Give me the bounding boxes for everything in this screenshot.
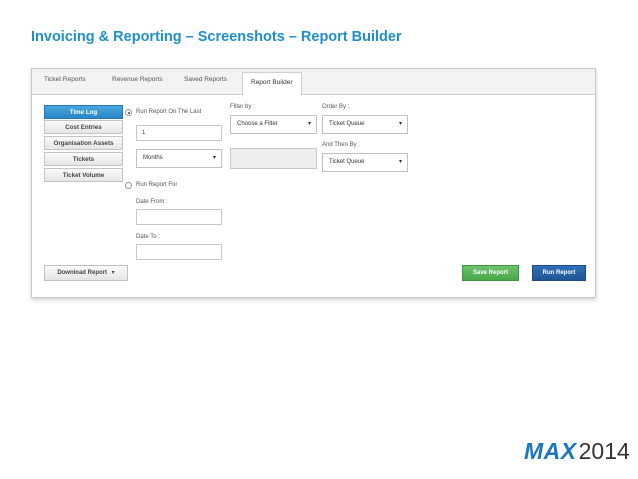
brand-logo: MAX2014 [524,438,630,465]
download-report-button[interactable]: Download Report ▾ [44,265,128,281]
tab-saved-reports[interactable]: Saved Reports [184,76,227,83]
order-by-select[interactable]: Ticket Queue ▾ [322,115,408,134]
then-by-select-value: Ticket Queue [329,159,365,165]
run-last-input[interactable]: 1 [136,125,222,141]
tab-report-builder[interactable]: Report Builder [242,72,302,96]
tab-bar: Ticket Reports Revenue Reports Saved Rep… [32,69,595,96]
brand-year: 2014 [578,438,630,464]
filter-select[interactable]: Choose a Filter ▾ [230,115,317,134]
run-for-radio[interactable] [125,182,132,189]
then-by-select[interactable]: Ticket Queue ▾ [322,153,408,172]
date-from-label: Date From : [136,199,168,205]
save-report-button[interactable]: Save Report [462,265,519,281]
run-last-radio[interactable] [125,109,132,116]
sidebar-item-time-log[interactable]: Time Log [44,105,123,119]
chevron-down-icon: ▾ [307,121,311,127]
run-last-label: Run Report On The Last [136,109,202,115]
chevron-down-icon: ▾ [398,121,402,127]
date-from-input[interactable] [136,209,222,225]
sidebar-item-tickets[interactable]: Tickets [44,152,123,166]
period-select-value: Months [143,155,163,161]
report-builder-window: Ticket Reports Revenue Reports Saved Rep… [31,68,596,298]
filter-label: Filter by : [230,104,255,110]
brand-name: MAX [524,438,577,464]
filter-value-input[interactable] [230,148,317,169]
sidebar-item-ticket-volume[interactable]: Ticket Volume [44,168,123,182]
then-by-label: And Then By : [322,142,360,148]
run-for-label: Run Report For [136,182,178,188]
period-select[interactable]: Months ▾ [136,149,222,168]
date-to-label: Date To : [136,234,160,240]
sidebar-item-cost-entries[interactable]: Cost Entries [44,120,123,134]
download-report-label: Download Report [57,270,107,276]
chevron-down-icon: ▾ [111,270,115,276]
filter-select-value: Choose a Filter [237,121,278,127]
run-report-button[interactable]: Run Report [532,265,586,281]
order-by-select-value: Ticket Queue [329,121,365,127]
chevron-down-icon: ▾ [398,159,402,165]
date-to-input[interactable] [136,244,222,260]
tab-ticket-reports[interactable]: Ticket Reports [44,76,86,83]
order-by-label: Order By : [322,104,350,110]
sidebar-item-organisation-assets[interactable]: Organisation Assets [44,136,123,150]
slide-title: Invoicing & Reporting – Screenshots – Re… [31,29,402,45]
chevron-down-icon: ▾ [212,155,216,161]
tab-revenue-reports[interactable]: Revenue Reports [112,76,163,83]
